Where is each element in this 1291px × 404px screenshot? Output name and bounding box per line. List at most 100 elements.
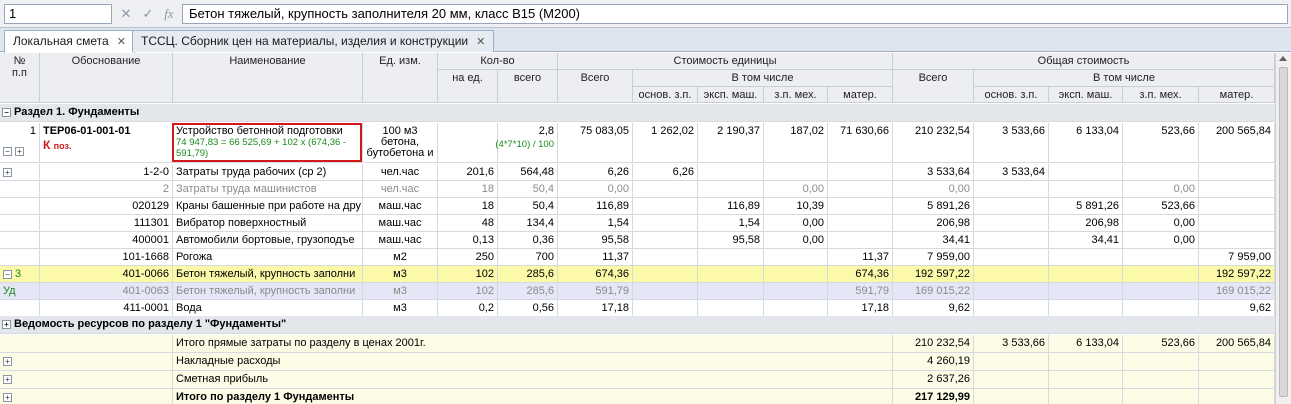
header-unit-total[interactable]: Всего [558,70,633,103]
expand-icon[interactable]: + [3,167,12,177]
close-icon[interactable]: ✕ [117,35,126,48]
cell-tz: 0,00 [1123,181,1199,198]
summary-toggle-cell [0,335,173,353]
cell-to [974,181,1049,198]
cell-code: 400001 [40,232,173,249]
resource-row[interactable]: 400001 Автомобили бортовые, грузоподъе маш… [0,232,1275,249]
formula-input[interactable]: Бетон тяжелый, крупность заполнителя 20 … [182,4,1288,24]
tab-tssc-catalog[interactable]: ТССЦ. Сборник цен на материалы, изделия … [132,30,495,52]
header-total-zp-meh[interactable]: з.п. мех. [1123,87,1199,103]
summary-row[interactable]: + Итого по разделу 1 Фундаменты 217 129,99 [0,389,1275,404]
cell-te: 206,98 [1049,215,1123,232]
resource-row[interactable]: −3 401-0066 Бетон тяжелый, крупность запол… [0,266,1275,283]
cell-ut: 674,36 [558,266,633,283]
section-row[interactable]: + Ведомость ресурсов по разделу 1 "Фундам… [0,316,1275,334]
scroll-up-icon[interactable] [1279,56,1287,61]
header-total-total[interactable]: Всего [893,70,974,103]
cell-unit: м3 [363,283,438,300]
cell-um [828,164,893,181]
cell-value: 3 [15,268,22,280]
cell-uz: 0,00 [764,232,828,249]
header-total-cost[interactable]: Общая стоимость [893,53,1275,70]
expand-icon[interactable]: + [15,146,24,156]
cell-um [828,215,893,232]
cell-uz: 10,39 [764,198,828,215]
expand-icon[interactable]: + [3,374,12,384]
section-row[interactable]: − Раздел 1. Фундаменты [0,104,1275,122]
cell-te [1049,283,1123,300]
cancel-icon[interactable]: ✕ [118,5,134,23]
position-code-value: ТЕР06-01-001-01 [43,125,131,137]
cell-uo [633,300,698,317]
header-qty-total[interactable]: всего [498,70,558,103]
header-name[interactable]: Наименование [173,53,363,103]
header-unit-cost[interactable]: Стоимость единицы [558,53,893,70]
summary-row[interactable]: Итого прямые затраты по разделу в ценах … [0,335,1275,353]
tab-label: ТССЦ. Сборник цен на материалы, изделия … [141,34,469,48]
header-unit-osn-zp[interactable]: основ. з.п. [633,87,698,103]
resource-row[interactable]: Уд 401-0063 Бетон тяжелый, крупность запол… [0,283,1275,300]
header-unit-eksp-mash[interactable]: эксп. маш. [698,87,764,103]
summary-label: Сметная прибыль [173,371,893,389]
tab-local-estimate[interactable]: Локальная смета ✕ [4,30,135,53]
resource-row[interactable]: +1-2-0 Затраты труда рабочих (ср 2) чел.ча… [0,164,1275,181]
summary-te [1049,353,1123,371]
expand-icon[interactable]: − [3,146,12,156]
header-total-mater[interactable]: матер. [1199,87,1275,103]
expand-icon[interactable]: + [2,319,11,329]
summary-te [1049,371,1123,389]
section-title: Раздел 1. Фундаменты [14,106,140,118]
cell-value: 102 [475,268,494,280]
header-total-osn-zp[interactable]: основ. з.п. [974,87,1049,103]
cell-value: 700 [535,251,554,263]
header-num[interactable]: № п.п [0,53,40,103]
header-unit[interactable]: Ед. изм. [363,53,438,103]
cell-code: 1-2-0 [40,164,173,181]
cell-value: 50,4 [532,183,554,195]
cell-tz [1123,164,1199,181]
cell-ue [698,266,764,283]
cell-name: Затраты труда машинистов [173,181,363,198]
cell-uz [764,249,828,266]
cell-uo [633,181,698,198]
expand-icon[interactable]: + [3,392,12,402]
cell-value: 95,58 [732,234,760,246]
header-unit-incl[interactable]: В том числе [633,70,893,87]
cell-value: 48 [481,217,494,229]
close-icon[interactable]: ✕ [476,35,485,48]
summary-row[interactable]: + Накладные расходы 4 260,19 [0,353,1275,371]
resource-row[interactable]: 411-0001 Вода м3 0,2 0,56 17,18 17,18 9,62 9,62 [0,300,1275,317]
cell-value: 10,39 [796,200,824,212]
cell-unit: м3 [363,266,438,283]
summary-tz [1123,389,1199,404]
coef-badge: К [43,138,51,152]
header-basis[interactable]: Обоснование [40,53,173,103]
resource-row[interactable]: 2 Затраты труда машинистов чел.час 18 50,4 0,… [0,181,1275,198]
collapse-icon[interactable]: − [2,107,11,117]
cell-qu: 0,2 [438,300,498,317]
cell-uo [633,266,698,283]
summary-row[interactable]: + Сметная прибыль 2 637,26 [0,371,1275,389]
cell-value: 0,13 [472,234,494,246]
cell-value: 7 959,00 [1228,251,1271,263]
header-total-incl[interactable]: В том числе [974,70,1275,87]
expand-icon[interactable]: + [3,356,12,366]
header-unit-mater[interactable]: матер. [828,87,893,103]
resource-row[interactable]: 020129 Краны башенные при работе на дру ма… [0,198,1275,215]
vertical-scrollbar[interactable] [1275,53,1291,404]
collapse-icon[interactable]: − [3,269,12,279]
cell-tt: 169 015,22 [893,283,974,300]
accept-icon[interactable]: ✓ [140,5,156,23]
fx-icon[interactable]: fx [161,5,177,23]
cell-reference-input[interactable]: 1 [4,4,112,24]
header-qty[interactable]: Кол-во [438,53,558,70]
summary-tz: 523,66 [1123,335,1199,353]
header-qty-per-unit[interactable]: на ед. [438,70,498,103]
resource-row[interactable]: 101-1668 Рогожа м2 250 700 11,37 11,37 7 959,00… [0,249,1275,266]
resource-row[interactable]: 111301 Вибратор поверхностный маш.час 48 134… [0,215,1275,232]
cell-value: 116,89 [596,200,629,212]
scroll-thumb[interactable] [1279,67,1288,397]
cell-value: 285,6 [526,285,554,297]
header-total-eksp-mash[interactable]: эксп. маш. [1049,87,1123,103]
header-unit-zp-meh[interactable]: з.п. мех. [764,87,828,103]
